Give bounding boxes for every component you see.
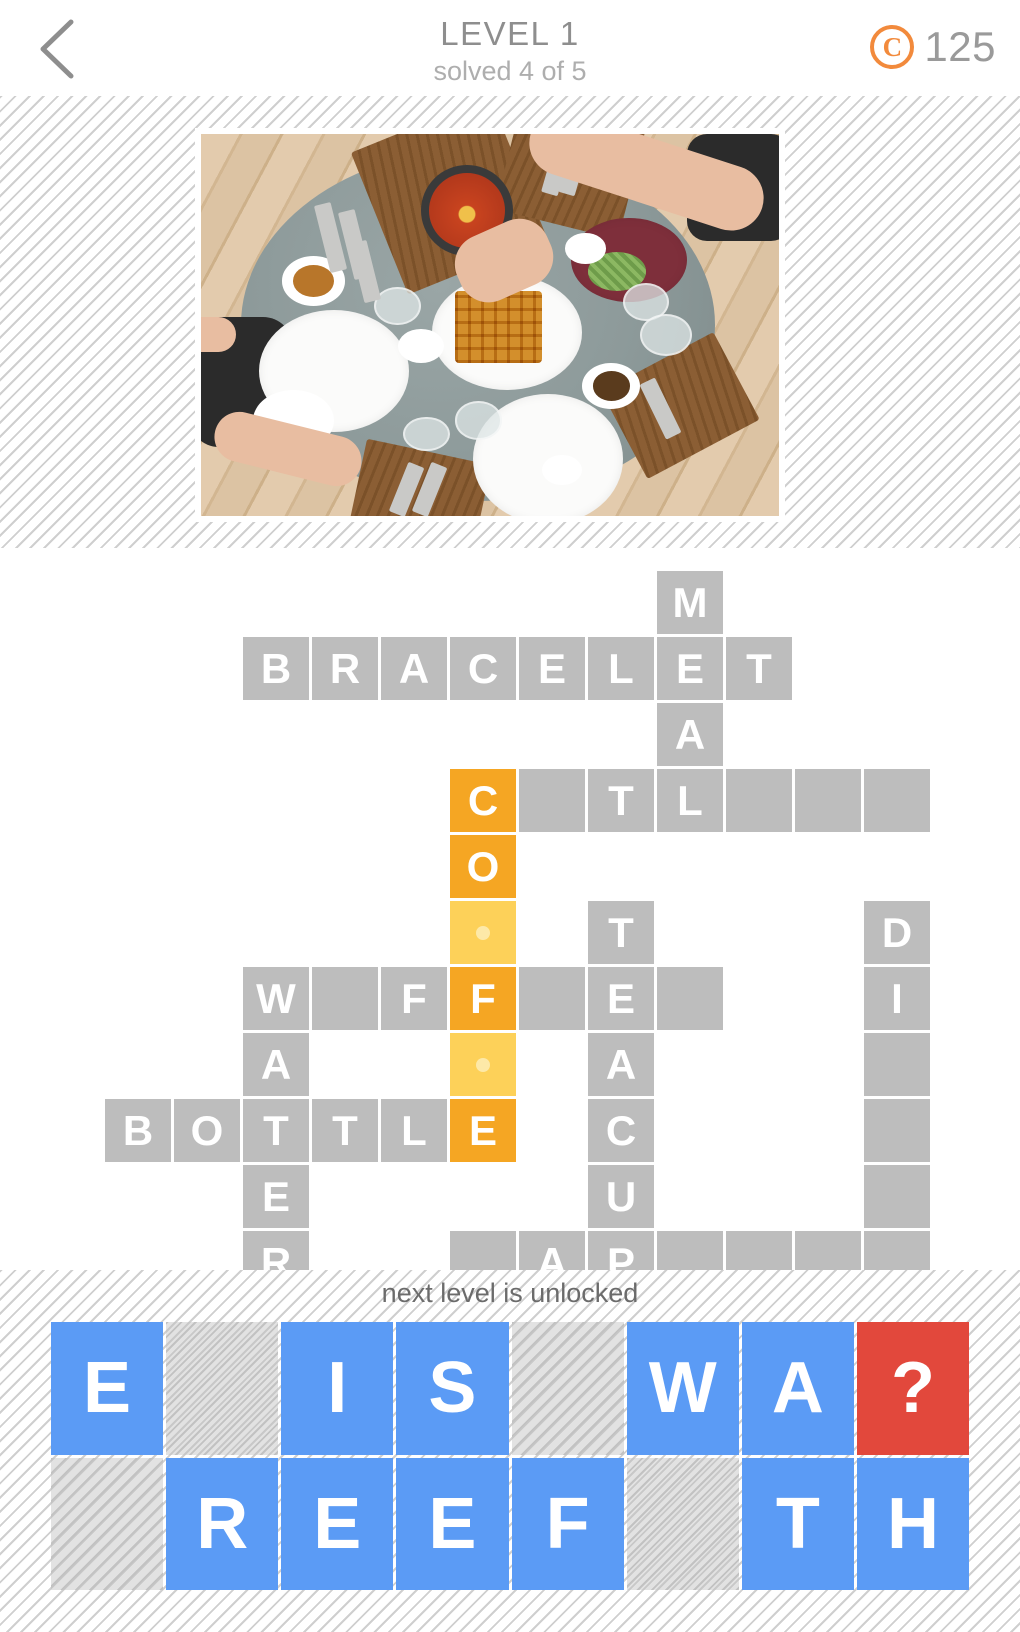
puzzle-image-panel: [0, 96, 1020, 548]
crossword-cell[interactable]: I: [864, 967, 930, 1030]
crossword-cell[interactable]: B: [243, 637, 309, 700]
letter-tile-row[interactable]: E I S W A? R E E F T H: [51, 1322, 969, 1590]
header-bar: LEVEL 1 solved 4 of 5 C 125: [0, 0, 1020, 96]
crossword-cell[interactable]: U: [588, 1165, 654, 1228]
crossword-cell[interactable]: O: [174, 1099, 240, 1162]
coin-icon: C: [870, 25, 915, 69]
crossword-cell[interactable]: D: [864, 901, 930, 964]
crossword-cell[interactable]: T: [726, 637, 792, 700]
crossword-cell[interactable]: [864, 769, 930, 832]
chevron-left-icon: [40, 19, 74, 79]
crossword-cell[interactable]: O: [450, 835, 516, 898]
crossword-cell[interactable]: L: [657, 769, 723, 832]
crossword-cell[interactable]: T: [588, 769, 654, 832]
crossword-cell[interactable]: L: [381, 1099, 447, 1162]
letter-tile[interactable]: R: [166, 1457, 279, 1590]
letter-tile[interactable]: S: [396, 1322, 509, 1455]
crossword-cell[interactable]: W: [243, 967, 309, 1030]
crossword-cell[interactable]: A: [588, 1033, 654, 1096]
letter-tile[interactable]: E: [396, 1457, 509, 1590]
letter-tile: [626, 1457, 739, 1590]
crossword-cell[interactable]: M: [657, 571, 723, 634]
crossword-cell[interactable]: A: [381, 637, 447, 700]
crossword-cell[interactable]: [657, 967, 723, 1030]
crossword-cell[interactable]: A: [657, 703, 723, 766]
crossword-cell[interactable]: [795, 769, 861, 832]
letter-tile[interactable]: E: [51, 1322, 164, 1455]
puzzle-image-frame[interactable]: [195, 128, 785, 522]
crossword-cell[interactable]: E: [657, 637, 723, 700]
crossword-cell[interactable]: [450, 901, 516, 964]
letter-tile[interactable]: A: [741, 1322, 854, 1455]
tray-message: next level is unlocked: [381, 1278, 639, 1308]
crossword-cell[interactable]: E: [519, 637, 585, 700]
letter-tile[interactable]: E: [281, 1457, 394, 1590]
page-title: LEVEL 1: [440, 15, 580, 52]
crossword-cell[interactable]: T: [588, 901, 654, 964]
crossword-cell[interactable]: C: [450, 769, 516, 832]
crossword-cell[interactable]: [312, 967, 378, 1030]
hint-tile[interactable]: ?: [856, 1322, 969, 1455]
cursor-dot-icon: [476, 925, 490, 940]
crossword-cell[interactable]: B: [105, 1099, 171, 1162]
letter-tile: [511, 1322, 624, 1455]
crossword-cell[interactable]: [864, 1099, 930, 1162]
letter-tile: [51, 1457, 164, 1590]
crossword-cell[interactable]: [864, 1165, 930, 1228]
crossword-cell[interactable]: A: [243, 1033, 309, 1096]
crossword-cell[interactable]: E: [450, 1099, 516, 1162]
progress-text: solved 4 of 5: [433, 56, 587, 86]
letter-tile[interactable]: T: [741, 1457, 854, 1590]
crossword-cell[interactable]: T: [312, 1099, 378, 1162]
crossword-cell[interactable]: [864, 1033, 930, 1096]
crossword-cell[interactable]: F: [381, 967, 447, 1030]
letter-tile[interactable]: H: [856, 1457, 969, 1590]
crossword-cell[interactable]: [519, 769, 585, 832]
crossword-cell[interactable]: E: [588, 967, 654, 1030]
letter-tile: [166, 1322, 279, 1455]
crossword-cell[interactable]: [519, 967, 585, 1030]
coin-count-label: 125: [924, 23, 996, 70]
letter-tray: next level is unlocked E I S W A? R E E F T H: [0, 1270, 1020, 1632]
crossword-cell[interactable]: [450, 1033, 516, 1096]
letter-tile[interactable]: W: [626, 1322, 739, 1455]
crossword-cell[interactable]: L: [588, 637, 654, 700]
header-titles: LEVEL 1 solved 4 of 5: [0, 14, 1020, 88]
crossword-cell[interactable]: C: [450, 637, 516, 700]
crossword-cell[interactable]: [726, 769, 792, 832]
letter-tile[interactable]: I: [281, 1322, 394, 1455]
cursor-dot-icon: [476, 1057, 490, 1072]
crossword-cell[interactable]: R: [312, 637, 378, 700]
crossword-grid[interactable]: MBRACELETACTLOTDWFFEIAABOTTLECEURAP: [0, 548, 1020, 1294]
puzzle-image: [201, 134, 779, 516]
back-button[interactable]: [22, 14, 92, 84]
crossword-cell[interactable]: C: [588, 1099, 654, 1162]
coin-balance[interactable]: C 125: [870, 18, 996, 76]
crossword-cell[interactable]: T: [243, 1099, 309, 1162]
crossword-cell[interactable]: F: [450, 967, 516, 1030]
letter-tile[interactable]: F: [511, 1457, 624, 1590]
game-screen: LEVEL 1 solved 4 of 5 C 125 M B R A C E …: [0, 0, 1020, 1632]
crossword-cell[interactable]: E: [243, 1165, 309, 1228]
